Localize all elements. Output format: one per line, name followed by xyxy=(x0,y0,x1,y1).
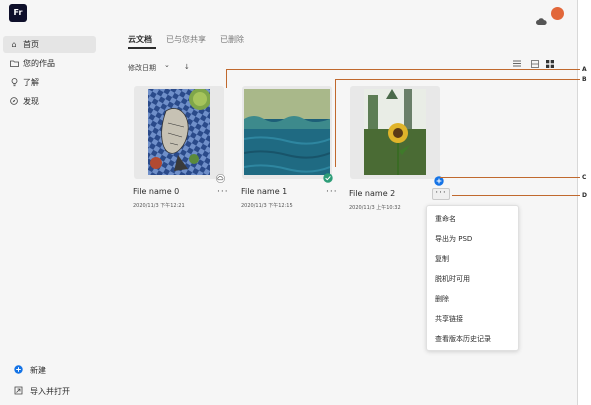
tab-cloud-documents[interactable]: 云文档 xyxy=(128,34,152,45)
file-name[interactable]: File name 2 xyxy=(349,189,395,198)
menu-item-available-offline[interactable]: 脱机时可用 xyxy=(435,274,470,284)
new-label: 新建 xyxy=(30,366,46,375)
cloud-sync-icon xyxy=(216,168,225,187)
file-card[interactable] xyxy=(134,86,225,183)
sort-label: 修改日期 xyxy=(128,64,156,72)
top-bar: Fr xyxy=(0,0,578,28)
callout-line-b xyxy=(335,79,336,167)
menu-item-share-link[interactable]: 共享链接 xyxy=(435,314,463,324)
lightbulb-icon xyxy=(9,74,19,93)
menu-item-rename[interactable]: 重命名 xyxy=(435,214,456,224)
compass-icon xyxy=(9,93,19,111)
artwork-thumbnail xyxy=(244,89,330,175)
callout-line-c xyxy=(440,177,580,178)
sidebar-item-learn[interactable]: 了解 xyxy=(3,74,96,91)
sort-control[interactable]: 修改日期 ⌄ ↓ xyxy=(128,61,190,73)
file-date: 2020/11/3 下午12:15 xyxy=(241,203,293,209)
callout-line-d xyxy=(452,195,580,196)
sort-direction-icon[interactable]: ↓ xyxy=(184,63,190,71)
check-icon xyxy=(323,168,333,187)
sidebar-item-label: 您的作品 xyxy=(23,59,55,68)
cloud-icon[interactable] xyxy=(536,10,547,29)
file-date: 2020/11/3 下午12:21 xyxy=(133,203,185,209)
callout-line-a xyxy=(226,69,227,88)
sidebar-item-your-work[interactable]: 您的作品 xyxy=(3,55,96,72)
home-icon: ⌂ xyxy=(11,40,17,49)
menu-item-export-psd[interactable]: 导出为 PSD xyxy=(435,234,472,244)
tab-deleted[interactable]: 已删除 xyxy=(220,34,244,45)
artwork-thumbnail xyxy=(364,89,426,175)
file-card[interactable] xyxy=(350,86,444,186)
folder-icon xyxy=(9,55,19,73)
menu-item-duplicate[interactable]: 复制 xyxy=(435,254,449,264)
callout-line-a xyxy=(226,69,580,70)
plus-circle-icon xyxy=(14,365,24,376)
sidebar-item-home[interactable]: ⌂ 首页 xyxy=(3,36,96,53)
user-avatar[interactable] xyxy=(551,7,564,20)
menu-item-delete[interactable]: 删除 xyxy=(435,294,449,304)
more-options-button[interactable]: ··· xyxy=(432,188,450,200)
context-menu: 重命名 导出为 PSD 复制 脱机时可用 删除 共享链接 查看版本历史记录 xyxy=(426,205,519,351)
file-card[interactable] xyxy=(242,86,333,183)
more-options-button[interactable]: ··· xyxy=(217,187,229,197)
file-date: 2020/11/3 上午10:32 xyxy=(349,205,401,211)
menu-item-version-history[interactable]: 查看版本历史记录 xyxy=(435,334,491,344)
app-window: Fr ⌂ 首页 您的作品 了解 发现 新建 导入并打开 云文档 已与您共享 已删… xyxy=(0,0,578,405)
sidebar-item-label: 首页 xyxy=(23,40,39,49)
chevron-down-icon[interactable]: ⌄ xyxy=(164,61,170,69)
artwork-thumbnail xyxy=(148,89,210,175)
callout-label-b: B xyxy=(582,76,587,83)
sidebar-item-discover[interactable]: 发现 xyxy=(3,93,96,110)
callout-label-c: C xyxy=(582,174,587,181)
more-options-button[interactable]: ··· xyxy=(326,187,338,197)
tab-active-indicator xyxy=(128,47,156,49)
callout-label-a: A xyxy=(582,66,587,73)
callout-line-b xyxy=(335,79,580,80)
sidebar-item-label: 了解 xyxy=(23,78,39,87)
list-view-icon[interactable] xyxy=(512,60,522,69)
file-name[interactable]: File name 1 xyxy=(241,187,287,196)
tab-shared-with-you[interactable]: 已与您共享 xyxy=(166,34,206,45)
file-name[interactable]: File name 0 xyxy=(133,187,179,196)
callout-label-d: D xyxy=(582,192,587,199)
app-logo: Fr xyxy=(9,4,27,22)
import-open-label: 导入并打开 xyxy=(30,387,70,396)
sidebar-item-label: 发现 xyxy=(23,97,39,106)
import-icon xyxy=(14,386,24,397)
